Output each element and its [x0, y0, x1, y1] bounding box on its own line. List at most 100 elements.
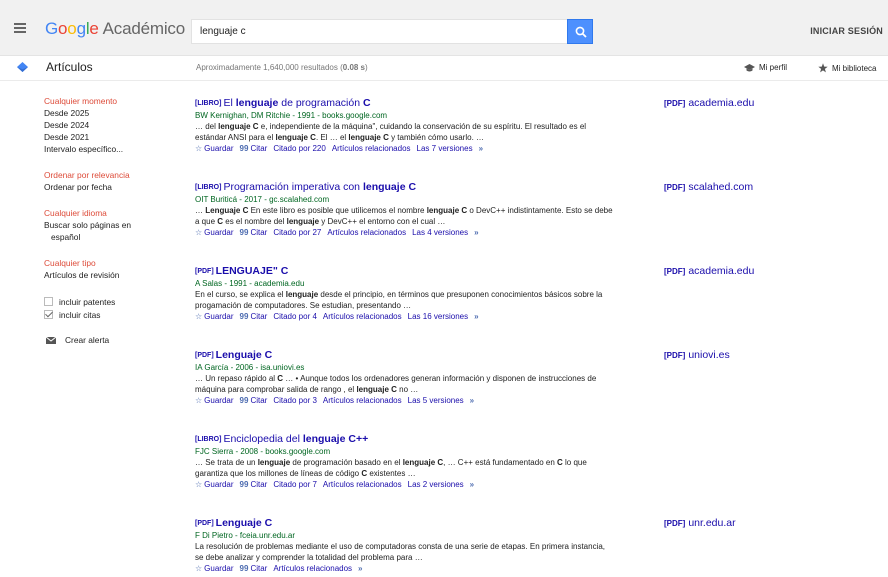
more-chevrons-icon[interactable]: » [470, 396, 474, 405]
result-title-link[interactable]: [PDF] Lenguaje C [195, 349, 615, 362]
cited-by-link[interactable]: Citado por 27 [273, 228, 321, 237]
graduation-cap-icon [744, 64, 755, 72]
more-chevrons-icon[interactable]: » [474, 228, 478, 237]
result-snippet: La resolución de problemas mediante el u… [195, 542, 606, 562]
filter-any-time[interactable]: Cualquier momento [44, 95, 164, 107]
save-button[interactable]: Guardar [204, 144, 233, 153]
filter-since-2025[interactable]: Desde 2025 [44, 107, 164, 119]
search-result: [LIBRO] Programación imperativa con lengu… [195, 181, 615, 265]
cite-button[interactable]: Citar [250, 480, 267, 489]
include-citations-checkbox[interactable]: incluir citas [44, 308, 164, 321]
more-chevrons-icon[interactable]: » [470, 480, 474, 489]
related-articles-link[interactable]: Artículos relacionados [327, 228, 406, 237]
search-input[interactable] [191, 19, 567, 44]
pdf-source-link[interactable]: [PDF] academia.edu [664, 265, 754, 277]
filter-spanish-only[interactable]: Buscar solo páginas en español [44, 219, 164, 243]
save-button[interactable]: Guardar [204, 228, 233, 237]
include-patents-checkbox[interactable]: incluir patentes [44, 295, 164, 308]
cite-button[interactable]: Citar [250, 144, 267, 153]
cited-by-link[interactable]: Citado por 7 [273, 480, 317, 489]
pdf-tag: [PDF] [664, 351, 686, 360]
result-actions: ☆ Guardar 99 Citar Citado por 4 Artículos rel… [195, 311, 615, 323]
result-authors: F Di Pietro - fceia.unr.edu.ar [195, 531, 296, 540]
result-snippet: En el curso, se explica el lenguaje desd… [195, 290, 603, 310]
more-chevrons-icon[interactable]: » [474, 312, 478, 321]
result-actions: ☆ Guardar 99 Citar Citado por 7 Artículos rel… [195, 479, 615, 491]
result-authors: OIT Buriticá - 2017 - gc.scalahed.com [195, 195, 330, 204]
pdf-source-link[interactable]: [PDF] academia.edu [664, 97, 754, 109]
related-articles-link[interactable]: Artículos relacionados [323, 396, 402, 405]
filters-sidebar: Cualquier momento Desde 2025 Desde 2024 … [44, 95, 164, 345]
result-type-tag: [LIBRO] [195, 184, 222, 191]
result-count: Aproximadamente 1,640,000 resultados (0.… [196, 63, 368, 72]
cite-quote-icon: 99 [239, 480, 249, 489]
my-profile-link[interactable]: Mi perfil [744, 63, 787, 72]
result-title-link[interactable]: [LIBRO] Enciclopedia del lenguaje C++ [195, 433, 615, 446]
cite-quote-icon: 99 [239, 144, 249, 153]
cite-button[interactable]: Citar [250, 312, 267, 321]
save-button[interactable]: Guardar [204, 312, 233, 321]
create-alert-link[interactable]: Crear alerta [46, 335, 164, 345]
sign-in-button[interactable]: INICIAR SESIÓN [810, 26, 883, 36]
my-library-link[interactable]: Mi biblioteca [818, 63, 876, 73]
result-actions: ☆ Guardar 99 Citar Citado por 220 Artículos r… [195, 143, 615, 155]
save-star-icon: ☆ [195, 480, 203, 489]
result-title-link[interactable]: [PDF] Lenguaje C [195, 517, 615, 530]
search-result: [LIBRO] Enciclopedia del lenguaje C++ FJC … [195, 433, 615, 517]
cite-button[interactable]: Citar [250, 396, 267, 405]
versions-link[interactable]: Las 2 versiones [408, 480, 464, 489]
more-chevrons-icon[interactable]: » [479, 144, 483, 153]
cited-by-link[interactable]: Citado por 220 [273, 144, 325, 153]
search-result: [PDF] Lenguaje C IA García - 2006 - isa.un… [195, 349, 615, 433]
filter-any-language[interactable]: Cualquier idioma [44, 207, 164, 219]
filter-review-articles[interactable]: Artículos de revisión [44, 269, 164, 281]
sub-header: Artículos Aproximadamente 1,640,000 resu… [0, 56, 888, 81]
sort-by-date[interactable]: Ordenar por fecha [44, 181, 164, 193]
result-snippet: … Lenguaje C En este libro es posible qu… [195, 206, 613, 226]
result-type-tag: [LIBRO] [195, 100, 222, 107]
result-title-link[interactable]: [PDF] LENGUAJE" C [195, 265, 615, 278]
versions-link[interactable]: Las 7 versiones [417, 144, 473, 153]
save-star-icon: ☆ [195, 228, 203, 237]
filter-custom-range[interactable]: Intervalo específico... [44, 143, 164, 155]
result-type-tag: [PDF] [195, 268, 214, 275]
versions-link[interactable]: Las 16 versiones [408, 312, 468, 321]
section-title: Artículos [46, 60, 93, 74]
checkbox-box-checked [44, 310, 53, 319]
star-icon [818, 63, 828, 73]
result-authors: BW Kernighan, DM Ritchie - 1991 - books.… [195, 111, 388, 120]
pdf-source-link[interactable]: [PDF] uniovi.es [664, 349, 730, 361]
hamburger-menu-icon[interactable] [14, 23, 26, 33]
checkbox-box [44, 297, 53, 306]
pdf-source-link[interactable]: [PDF] unr.edu.ar [664, 517, 736, 529]
result-snippet: … Un repaso rápido al C … • Aunque todos… [195, 374, 597, 394]
save-star-icon: ☆ [195, 144, 203, 153]
filter-since-2024[interactable]: Desde 2024 [44, 119, 164, 131]
search-button[interactable] [567, 19, 593, 44]
save-button[interactable]: Guardar [204, 480, 233, 489]
result-type-tag: [LIBRO] [195, 436, 222, 443]
filter-since-2021[interactable]: Desde 2021 [44, 131, 164, 143]
result-title-link[interactable]: [LIBRO] Programación imperativa con lengu… [195, 181, 615, 194]
pdf-source-link[interactable]: [PDF] scalahed.com [664, 181, 753, 193]
cite-quote-icon: 99 [239, 396, 249, 405]
sort-by-relevance[interactable]: Ordenar por relevancia [44, 169, 164, 181]
google-scholar-logo[interactable]: Google Académico [45, 19, 185, 39]
cited-by-link[interactable]: Citado por 3 [273, 396, 317, 405]
logo-letter: o [58, 19, 68, 38]
versions-link[interactable]: Las 5 versiones [408, 396, 464, 405]
result-title-link[interactable]: [LIBRO] El lenguaje de programación C [195, 97, 615, 110]
cite-button[interactable]: Citar [250, 228, 267, 237]
cited-by-link[interactable]: Citado por 4 [273, 312, 317, 321]
versions-link[interactable]: Las 4 versiones [412, 228, 468, 237]
cite-quote-icon: 99 [239, 312, 249, 321]
logo-letter: g [76, 19, 86, 38]
result-authors: IA García - 2006 - isa.uniovi.es [195, 363, 305, 372]
related-articles-link[interactable]: Artículos relacionados [323, 312, 402, 321]
logo-product-text: Académico [102, 19, 185, 38]
result-snippet: … del lenguaje C e, independiente de la … [195, 122, 587, 142]
related-articles-link[interactable]: Artículos relacionados [332, 144, 411, 153]
related-articles-link[interactable]: Artículos relacionados [323, 480, 402, 489]
filter-any-type[interactable]: Cualquier tipo [44, 257, 164, 269]
save-button[interactable]: Guardar [204, 396, 233, 405]
